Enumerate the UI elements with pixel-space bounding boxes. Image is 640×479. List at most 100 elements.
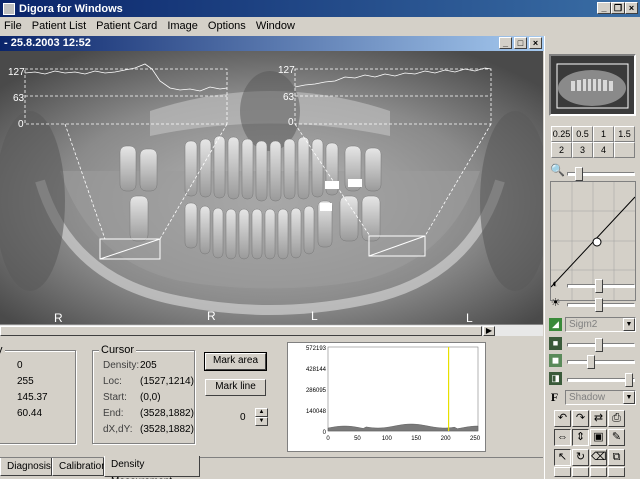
histogram-plot: 57219342814428609514004800 50 100 150 200 250: [306, 346, 481, 442]
profile-scale-127-right: 127: [278, 65, 295, 76]
tool-extra-2-icon[interactable]: [572, 467, 589, 477]
child-minimize-icon[interactable]: _: [499, 37, 512, 49]
flip-icon[interactable]: ⇄: [590, 410, 607, 427]
zoom-05-button[interactable]: 0.5: [572, 126, 593, 142]
tab-density-measurement[interactable]: Density Measurement: [104, 456, 200, 479]
xray-image[interactable]: 127 63 0 127 63 0 R R L L: [0, 51, 543, 324]
tool-extra-3-icon[interactable]: [590, 467, 607, 477]
pen-icon[interactable]: ✎: [608, 429, 625, 446]
zoom-2-button[interactable]: 2: [551, 142, 572, 158]
cursor-group: Cursor Density: 205 Loc: (1527,1214) Sta…: [92, 344, 195, 444]
menu-options[interactable]: Options: [204, 20, 252, 32]
contrast-icon: ◐: [552, 278, 559, 290]
spinner-up-icon[interactable]: ▲: [255, 408, 268, 417]
sharpen-slider-thumb[interactable]: [595, 338, 603, 352]
statistics-legend: y: [0, 344, 5, 356]
menubar: File Patient List Patient Card Image Opt…: [0, 17, 640, 35]
emboss-slider-thumb[interactable]: [625, 373, 633, 387]
app-titlebar: Digora for Windows _ ❐ ×: [0, 0, 640, 17]
histogram-x-tick: 150: [411, 436, 422, 442]
side-marker-l-center: L: [311, 309, 318, 323]
spinner-value: 0: [240, 412, 246, 423]
contrast-slider-thumb[interactable]: [595, 279, 603, 293]
brightness-slider-thumb[interactable]: [595, 298, 603, 312]
copy-icon[interactable]: ⧉: [608, 449, 625, 466]
side-marker-r-center: R: [207, 309, 216, 323]
side-marker-r-left: R: [54, 311, 63, 324]
cursor-end-label: End:: [103, 408, 124, 419]
child-restore-icon[interactable]: □: [514, 37, 527, 49]
statistics-group: y 0 255 145.37 60.44: [0, 344, 76, 444]
fit-height-icon[interactable]: ⇕: [572, 429, 589, 446]
profile-scale-63-right: 63: [283, 92, 295, 103]
refresh-icon[interactable]: ↻: [572, 449, 589, 466]
window-icon[interactable]: ▣: [590, 429, 607, 446]
fit-width-icon[interactable]: ⇔: [554, 429, 571, 446]
menu-image[interactable]: Image: [163, 20, 204, 32]
hscroll-thumb[interactable]: [0, 326, 482, 336]
tab-strip: Diagnosis Calibration Density Measuremen…: [0, 456, 543, 479]
mark-area-button[interactable]: Mark area: [204, 352, 267, 371]
filter-select[interactable]: Sigm2 ▼: [565, 317, 636, 332]
filter-dropdown-icon[interactable]: ▼: [623, 318, 635, 331]
font-f-icon: F: [550, 390, 559, 404]
cursor-loc-label: Loc:: [103, 376, 122, 387]
smooth-icon: ◼: [549, 354, 562, 367]
minimize-icon[interactable]: _: [597, 2, 611, 14]
profile-scale-63-left: 63: [13, 93, 25, 104]
gamma-curve-box[interactable]: [550, 181, 636, 301]
mark-line-button[interactable]: Mark line: [205, 379, 266, 396]
app-icon: [3, 2, 15, 15]
zoom-15-button[interactable]: 1.5: [614, 126, 635, 142]
restore-icon[interactable]: ❐: [611, 2, 625, 14]
eraser-icon[interactable]: ⌫: [590, 449, 607, 466]
panoramic-radiograph: [0, 51, 543, 324]
child-close-icon[interactable]: ×: [529, 37, 542, 49]
cursor-start-label: Start:: [103, 392, 127, 403]
rotate-right-icon[interactable]: ↷: [572, 410, 589, 427]
smooth-slider-thumb[interactable]: [587, 355, 595, 369]
close-icon[interactable]: ×: [625, 2, 638, 14]
tool-extra-1-icon[interactable]: [554, 467, 571, 477]
thumbnail-radiograph: [551, 56, 634, 114]
menu-window[interactable]: Window: [252, 20, 301, 32]
smooth-slider-track[interactable]: [567, 360, 635, 364]
cursor-density-value: 205: [140, 360, 157, 371]
profile-scale-0-right: 0: [288, 117, 294, 128]
menu-patient-card[interactable]: Patient Card: [92, 20, 163, 32]
profile-scale-0-left: 0: [18, 119, 24, 130]
tool-extra-4-icon[interactable]: [608, 467, 625, 477]
stat-max: 255: [17, 376, 34, 387]
pointer-icon[interactable]: ↖: [554, 449, 571, 466]
zoom-025-button[interactable]: 0.25: [551, 126, 572, 142]
shadow-select-value: Shadow: [569, 392, 606, 403]
zoom-3-button[interactable]: 3: [572, 142, 593, 158]
tab-calibration[interactable]: Calibration: [52, 458, 107, 476]
cursor-legend: Cursor: [99, 344, 137, 356]
menu-file[interactable]: File: [0, 20, 28, 32]
tool-panel: 0.25 0.5 1 1.5 2 3 4 🔍 ◐ ☀ ◢ Sigm2 ▼ ■ ◼…: [544, 36, 640, 479]
image-thumbnail[interactable]: [549, 54, 636, 116]
scroll-right-icon[interactable]: ▶: [483, 326, 495, 336]
histogram-x-tick: 250: [470, 436, 481, 442]
print-icon[interactable]: ⎙: [608, 410, 625, 427]
zoom-4-button[interactable]: 4: [593, 142, 614, 158]
zoom-1-button[interactable]: 1: [593, 126, 614, 142]
shadow-dropdown-icon[interactable]: ▼: [623, 391, 635, 404]
rotate-left-icon[interactable]: ↶: [554, 410, 571, 427]
shadow-select[interactable]: Shadow ▼: [565, 390, 636, 405]
image-hscrollbar[interactable]: ▶: [0, 324, 543, 336]
profile-scale-127-left: 127: [8, 67, 25, 78]
histogram-x-tick: 50: [354, 436, 361, 442]
stat-min: 0: [17, 360, 23, 371]
brightness-icon: ☀: [550, 297, 561, 309]
menu-patient-list[interactable]: Patient List: [28, 20, 92, 32]
stat-mean: 145.37: [17, 392, 48, 403]
histogram-y-tick: 286095: [306, 388, 327, 394]
spinner-down-icon[interactable]: ▼: [255, 417, 268, 426]
histogram-frame: [327, 346, 479, 432]
stat-stddev: 60.44: [17, 408, 43, 419]
tab-diagnosis[interactable]: Diagnosis: [0, 458, 52, 476]
zoom-slider-thumb[interactable]: [575, 167, 583, 181]
cursor-density-label: Density:: [103, 360, 140, 371]
